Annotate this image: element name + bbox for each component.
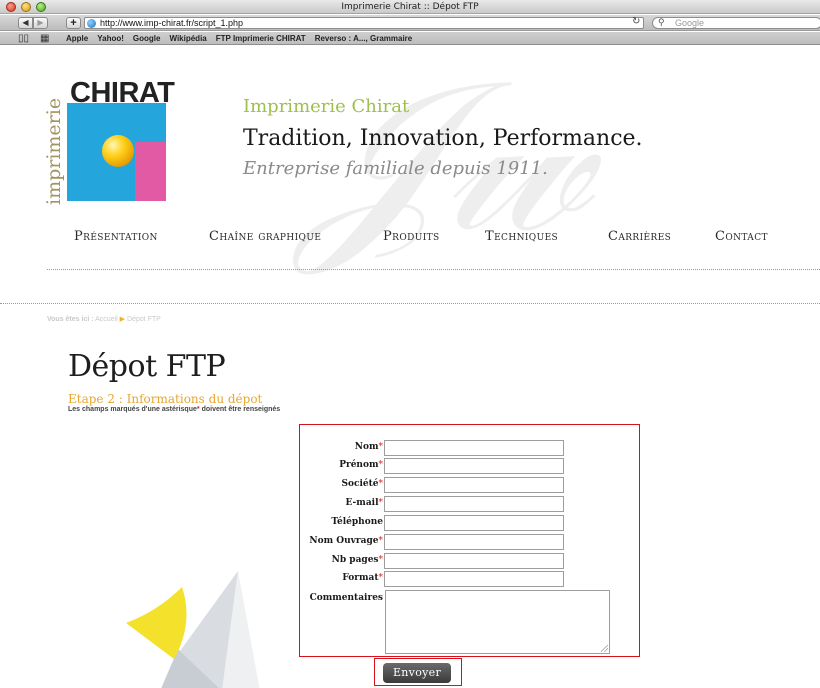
field-label: Commentaires (309, 593, 383, 603)
envoyer-button[interactable]: Envoyer (383, 663, 451, 683)
logo-yellow-ball (102, 135, 134, 167)
nav-item-chaine-graphique[interactable]: Chaîne graphique (209, 229, 321, 244)
field-label: Téléphone (331, 517, 383, 527)
required-fields-note: Les champs marqués d'une astérisque* doi… (68, 406, 280, 413)
logo-pink-block (135, 142, 166, 201)
label-text: Téléphone (331, 517, 383, 527)
nom-ouvrage-input[interactable] (384, 534, 564, 550)
logo-vertical-text: imprimerie (43, 97, 65, 205)
required-star: * (378, 498, 384, 508)
site-globe-icon (87, 19, 96, 28)
bookmarks-bar: ▯▯ ▦ Apple Yahoo! Google Wikipédia FTP I… (0, 32, 820, 45)
form-row-telephone: Téléphone (300, 515, 639, 531)
window-titlebar: Imprimerie Chirat :: Dépot FTP (0, 0, 820, 14)
bookmark-link[interactable]: Apple (66, 32, 88, 45)
field-label: Nom Ouvrage* (309, 536, 383, 546)
search-input[interactable]: Google (652, 17, 820, 29)
bookmark-link[interactable]: FTP Imprimerie CHIRAT (216, 32, 306, 45)
breadcrumb-prefix: Vous êtes ici : (47, 316, 94, 323)
societe-input[interactable] (384, 477, 564, 493)
nav-item-produits[interactable]: Produits (383, 229, 440, 244)
prenom-input[interactable] (384, 458, 564, 474)
required-star: * (378, 460, 384, 470)
page-title: Dépot FTP (68, 349, 226, 384)
required-star: * (378, 555, 384, 565)
form-row-nom-ouvrage: Nom Ouvrage* (300, 534, 639, 550)
address-bar[interactable]: http://www.imp-chirat.fr/script_1.php (84, 17, 644, 29)
required-star: * (378, 573, 384, 583)
required-note-text-end: doivent être renseignés (201, 406, 281, 413)
required-star: * (378, 442, 384, 452)
form-row-nb-pages: Nb pages* (300, 553, 639, 569)
nav-item-contact[interactable]: Contact (715, 229, 768, 244)
submit-frame: Envoyer (374, 658, 462, 686)
paper-plane-decoration (126, 571, 260, 688)
email-input[interactable] (384, 496, 564, 512)
company-name: Imprimerie Chirat (243, 96, 410, 117)
label-text: E-mail (345, 498, 379, 508)
required-note-star: * (196, 406, 200, 413)
bookmark-link[interactable]: Wikipédia (169, 32, 206, 45)
label-text: Prénom (339, 460, 379, 470)
required-star: * (378, 479, 384, 489)
form-row-nom: Nom* (300, 440, 639, 456)
bookmark-link[interactable]: Reverso : A..., Grammaire (315, 32, 413, 45)
field-label: Format* (342, 573, 383, 583)
form-row-format: Format* (300, 571, 639, 587)
form-row-email: E-mail* (300, 496, 639, 512)
label-text: Nom Ouvrage (309, 536, 379, 546)
commentaires-textarea[interactable] (385, 590, 610, 654)
required-star: * (378, 536, 384, 546)
format-input[interactable] (384, 571, 564, 587)
breadcrumb: Vous êtes ici : Accueil ▶ Dépot FTP (47, 315, 161, 323)
company-since: Entreprise familiale depuis 1911. (243, 158, 548, 179)
form-row-prenom: Prénom* (300, 458, 639, 474)
breadcrumb-home-link[interactable]: Accueil (95, 316, 118, 323)
label-text: Société (341, 479, 379, 489)
field-label: Prénom* (339, 460, 383, 470)
field-label: E-mail* (346, 498, 383, 508)
plane-yellow-tip-shape (126, 587, 187, 659)
nom-input[interactable] (384, 440, 564, 456)
breadcrumb-current: Dépot FTP (127, 316, 161, 323)
breadcrumb-arrow-icon: ▶ (119, 316, 126, 323)
browser-toolbar: ◀ ▶ + http://www.imp-chirat.fr/script_1.… (0, 15, 820, 31)
window-title: Imprimerie Chirat :: Dépot FTP (341, 2, 479, 12)
field-label: Nb pages* (332, 555, 383, 565)
label-text: Nom (354, 442, 379, 452)
add-bookmark-button[interactable]: + (66, 17, 81, 29)
label-text: Format (342, 573, 379, 583)
back-arrow-icon[interactable]: ◀ (18, 17, 33, 29)
nav-item-techniques[interactable]: Techniques (485, 229, 558, 244)
bookmarks-book-icon[interactable]: ▯▯ (18, 32, 29, 45)
label-text: Nb pages (331, 555, 379, 565)
reload-icon[interactable]: ↻ (632, 16, 640, 27)
main-navigation: Présentation Chaîne graphique Produits T… (0, 229, 820, 249)
zoom-window-icon[interactable] (36, 2, 46, 12)
divider (47, 269, 820, 270)
step-title: Etape 2 : Informations du dépot (68, 392, 263, 406)
search-icon[interactable]: ⚲ (658, 17, 665, 28)
forward-arrow-icon[interactable]: ▶ (33, 17, 48, 29)
field-label: Société* (341, 479, 383, 489)
company-slogan: Tradition, Innovation, Performance. (243, 126, 643, 151)
nav-item-carrieres[interactable]: Carrières (608, 229, 671, 244)
ftp-info-form: Nom* Prénom* Société* E-mail* Téléphone … (299, 424, 640, 657)
nb-pages-input[interactable] (384, 553, 564, 569)
bookmark-link[interactable]: Google (133, 32, 161, 45)
form-row-societe: Société* (300, 477, 639, 493)
nav-item-presentation[interactable]: Présentation (74, 229, 158, 244)
top-sites-grid-icon[interactable]: ▦ (40, 32, 49, 45)
divider (0, 303, 820, 304)
field-label: Nom* (355, 442, 383, 452)
bookmark-link[interactable]: Yahoo! (97, 32, 124, 45)
required-note-text: Les champs marqués d'une astérisque (68, 406, 197, 413)
minimize-window-icon[interactable] (21, 2, 31, 12)
close-window-icon[interactable] (6, 2, 16, 12)
web-page: 𝒥𝓌 CHIRAT imprimerie Imprimerie Chirat T… (0, 46, 820, 688)
telephone-input[interactable] (384, 515, 564, 531)
